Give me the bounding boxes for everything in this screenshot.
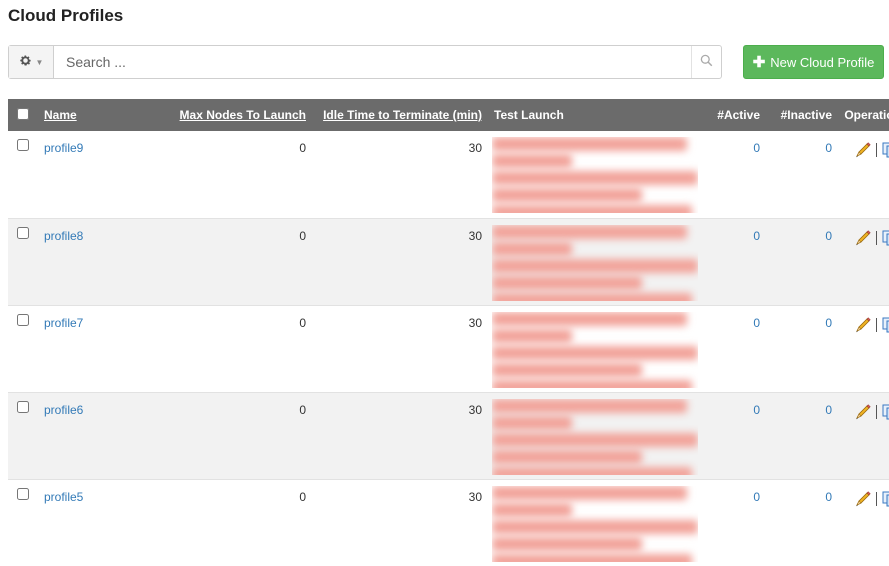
row-operations [844, 490, 889, 508]
row-operations [844, 141, 889, 159]
plus-icon: ✚ [753, 53, 766, 71]
idle-time-value: 30 [312, 131, 488, 218]
active-count-link[interactable]: 0 [753, 403, 760, 417]
table-row: profile6 0 30 0 0 [8, 392, 889, 479]
row-checkbox[interactable] [17, 488, 29, 500]
copy-icon[interactable] [881, 229, 889, 247]
active-count-link[interactable]: 0 [753, 490, 760, 504]
test-launch-cell [488, 305, 700, 392]
new-cloud-profile-label: New Cloud Profile [770, 55, 874, 70]
table-row: profile8 0 30 0 0 [8, 218, 889, 305]
settings-dropdown-button[interactable]: ▼ [9, 46, 54, 78]
page-title: Cloud Profiles [8, 6, 123, 26]
idle-time-value: 30 [312, 218, 488, 305]
operations-divider [876, 143, 877, 157]
idle-time-value: 30 [312, 479, 488, 566]
test-launch-cell [488, 479, 700, 566]
column-header-idle-time[interactable]: Idle Time to Terminate (min) [312, 99, 488, 131]
operations-divider [876, 492, 877, 506]
redacted-test-launch-output [492, 137, 698, 213]
copy-icon[interactable] [881, 316, 889, 334]
test-launch-cell [488, 131, 700, 218]
inactive-count-link[interactable]: 0 [825, 490, 832, 504]
row-operations [844, 316, 889, 334]
search-bar: ▼ [8, 45, 722, 79]
redacted-test-launch-output [492, 312, 698, 388]
idle-time-value: 30 [312, 392, 488, 479]
column-header-name[interactable]: Name [38, 99, 138, 131]
table-row: profile5 0 30 0 0 [8, 479, 889, 566]
active-count-link[interactable]: 0 [753, 141, 760, 155]
search-button[interactable] [691, 46, 721, 78]
operations-divider [876, 231, 877, 245]
profile-name-link[interactable]: profile8 [44, 229, 83, 243]
profile-name-link[interactable]: profile9 [44, 141, 83, 155]
column-header-operations: Operations [838, 99, 889, 131]
operations-divider [876, 405, 877, 419]
column-header-active: #Active [700, 99, 766, 131]
search-input[interactable] [54, 46, 691, 78]
row-operations [844, 229, 889, 247]
test-launch-cell [488, 392, 700, 479]
max-nodes-value: 0 [138, 131, 312, 218]
active-count-link[interactable]: 0 [753, 316, 760, 330]
edit-pencil-icon[interactable] [854, 490, 872, 508]
operations-divider [876, 318, 877, 332]
redacted-test-launch-output [492, 399, 698, 475]
row-checkbox[interactable] [17, 314, 29, 326]
inactive-count-link[interactable]: 0 [825, 316, 832, 330]
inactive-count-link[interactable]: 0 [825, 403, 832, 417]
chevron-down-icon: ▼ [36, 58, 44, 67]
max-nodes-value: 0 [138, 218, 312, 305]
profile-name-link[interactable]: profile7 [44, 316, 83, 330]
row-checkbox[interactable] [17, 139, 29, 151]
inactive-count-link[interactable]: 0 [825, 141, 832, 155]
profile-name-link[interactable]: profile5 [44, 490, 83, 504]
column-header-max-nodes[interactable]: Max Nodes To Launch [138, 99, 312, 131]
gear-icon [19, 54, 32, 70]
inactive-count-link[interactable]: 0 [825, 229, 832, 243]
column-header-inactive: #Inactive [766, 99, 838, 131]
max-nodes-value: 0 [138, 479, 312, 566]
search-icon [700, 54, 713, 70]
row-operations [844, 403, 889, 421]
active-count-link[interactable]: 0 [753, 229, 760, 243]
edit-pencil-icon[interactable] [854, 403, 872, 421]
max-nodes-value: 0 [138, 392, 312, 479]
edit-pencil-icon[interactable] [854, 316, 872, 334]
row-checkbox[interactable] [17, 227, 29, 239]
edit-pencil-icon[interactable] [854, 141, 872, 159]
edit-pencil-icon[interactable] [854, 229, 872, 247]
column-header-test-launch: Test Launch [488, 99, 700, 131]
idle-time-value: 30 [312, 305, 488, 392]
copy-icon[interactable] [881, 403, 889, 421]
copy-icon[interactable] [881, 141, 889, 159]
new-cloud-profile-button[interactable]: ✚ New Cloud Profile [743, 45, 884, 79]
redacted-test-launch-output [492, 486, 698, 562]
cloud-profiles-table: Name Max Nodes To Launch Idle Time to Te… [8, 99, 889, 566]
row-checkbox[interactable] [17, 401, 29, 413]
max-nodes-value: 0 [138, 305, 312, 392]
test-launch-cell [488, 218, 700, 305]
profile-name-link[interactable]: profile6 [44, 403, 83, 417]
copy-icon[interactable] [881, 490, 889, 508]
table-row: profile9 0 30 0 0 [8, 131, 889, 218]
redacted-test-launch-output [492, 225, 698, 301]
table-row: profile7 0 30 0 0 [8, 305, 889, 392]
select-all-checkbox[interactable] [17, 108, 29, 120]
table-header: Name Max Nodes To Launch Idle Time to Te… [8, 99, 889, 131]
